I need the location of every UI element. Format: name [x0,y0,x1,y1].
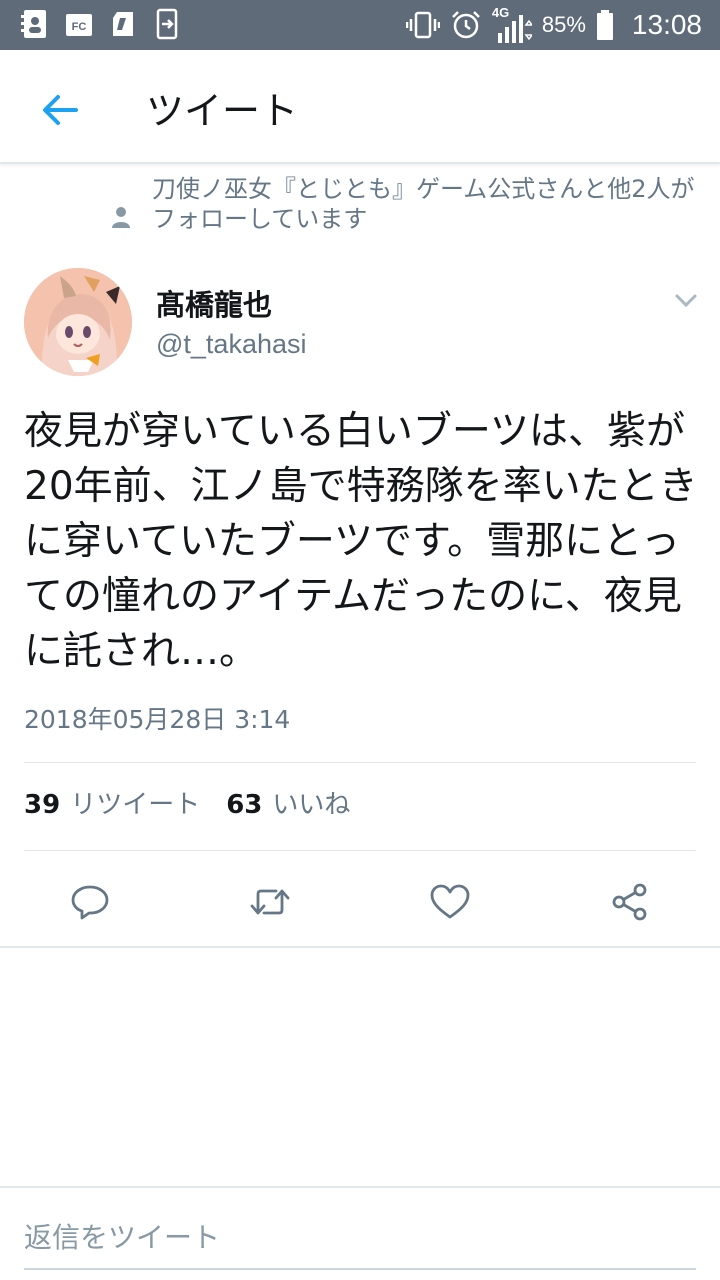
divider [24,762,696,763]
back-arrow-icon[interactable] [36,86,84,134]
vibrate-icon [405,11,440,39]
retweet-icon [250,889,290,915]
sd-card-icon [113,12,133,36]
reply-icon [71,885,109,920]
avatar[interactable] [24,268,132,376]
retweets-label[interactable]: リツイート [70,784,200,821]
retweet-button[interactable] [238,870,302,934]
notification-icons: FC [20,8,182,40]
likes-label[interactable]: いいね [272,784,350,821]
svg-text:FC: FC [72,21,87,33]
person-icon [112,207,130,228]
fc-app-icon: FC [66,14,92,36]
battery-icon [596,10,613,40]
share-icon [612,883,647,921]
tweet-timestamp: 2018年05月28日 3:14 [24,705,291,734]
status-bar: FC 4G 85% 13:08 [0,0,720,50]
page-title: ツイート [146,89,299,133]
share-button[interactable] [598,870,662,934]
contacts-icon [21,10,46,38]
tweet-text: 夜見が穿いている白いブーツは、紫が20年前、江ノ島で特務隊を率いたときに穿いてい… [24,409,698,674]
divider [0,1186,720,1188]
action-bar [0,870,720,934]
likes-count[interactable]: 63 [226,790,262,820]
system-status: 4G 85% 13:08 [405,0,702,50]
author-name[interactable]: 髙橋龍也 [156,282,272,324]
chevron-down-icon[interactable] [672,286,700,314]
retweets-count[interactable]: 39 [24,790,60,820]
author-handle[interactable]: @t_takahasi [156,329,307,360]
divider [24,850,696,851]
signal-icon: 4G [492,5,532,45]
divider [0,946,720,948]
reply-input-underline [24,1268,696,1270]
like-icon [430,884,470,919]
tweet-stats: 39 リツイート 63 いいね [24,784,376,821]
reply-input[interactable]: 返信をツイート [24,1216,220,1256]
clock: 13:08 [631,9,702,40]
battery-percent: 85% [541,12,586,37]
app-header: ツイート [0,50,720,164]
alarm-icon [451,11,480,39]
file-transfer-icon [156,8,178,40]
social-context-text: 刀使ノ巫女『とじとも』ゲーム公式さんと他2人がフォローしています [152,175,695,233]
like-button[interactable] [418,870,482,934]
reply-button[interactable] [58,870,122,934]
